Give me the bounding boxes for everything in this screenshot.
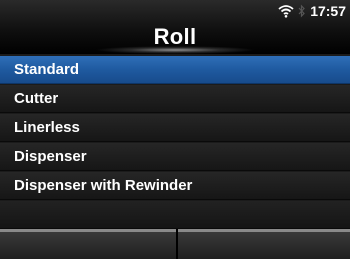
roll-menu: Standard Cutter Linerless Dispenser Disp… <box>0 56 350 230</box>
menu-item-cutter[interactable]: Cutter <box>0 85 350 113</box>
page-title: Roll <box>153 24 197 49</box>
menu-item-linerless[interactable]: Linerless <box>0 114 350 142</box>
menu-item-dispenser[interactable]: Dispenser <box>0 143 350 171</box>
header-bar: Roll 17:57 <box>0 0 350 54</box>
bluetooth-icon <box>298 4 306 18</box>
menu-item-label: Standard <box>14 61 80 78</box>
status-bar: 17:57 <box>278 2 346 20</box>
menu-item-label: Linerless <box>14 119 80 136</box>
softkey-right[interactable] <box>178 232 350 259</box>
menu-item-standard[interactable]: Standard <box>0 56 350 84</box>
printer-screen: Roll 17:57 Standard Cutter Linerless Dis… <box>0 0 350 259</box>
menu-item-dispenser-with-rewinder[interactable]: Dispenser with Rewinder <box>0 172 350 200</box>
menu-item-empty <box>0 201 350 229</box>
menu-item-label: Dispenser <box>14 148 87 165</box>
wifi-icon <box>278 4 294 18</box>
menu-item-label: Cutter <box>14 90 59 107</box>
clock-time: 17:57 <box>310 3 346 19</box>
menu-item-label: Dispenser with Rewinder <box>14 177 193 194</box>
softkey-left[interactable] <box>0 232 176 259</box>
